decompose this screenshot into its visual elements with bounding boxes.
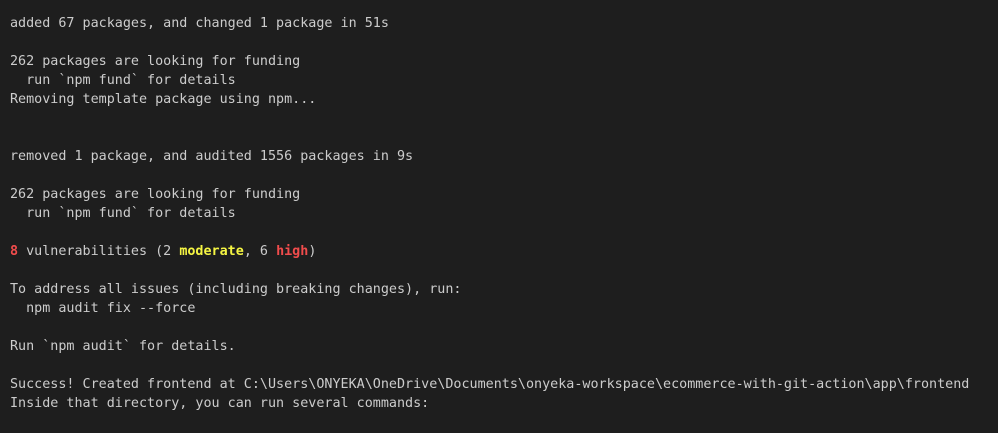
vulnerability-text: )	[308, 244, 317, 259]
vulnerability-text: vulnerabilities (2	[18, 244, 180, 259]
terminal-line: To address all issues (including breakin…	[10, 282, 462, 297]
high-severity-label: high	[276, 244, 309, 259]
vulnerability-summary-line: 8 vulnerabilities (2 moderate, 6 high)	[10, 242, 998, 261]
terminal-line: Run `npm audit` for details.	[10, 339, 236, 354]
terminal-line: run `npm fund` for details	[10, 206, 236, 221]
terminal-line: Removing template package using npm...	[10, 92, 317, 107]
vulnerability-text: , 6	[243, 244, 277, 259]
terminal-line: Inside that directory, you can run sever…	[10, 396, 430, 411]
success-message: Success! Created frontend at C:\Users\ON…	[10, 377, 970, 392]
moderate-severity-label: moderate	[179, 244, 244, 259]
audit-fix-command: npm audit fix --force	[10, 301, 196, 316]
terminal-line: run `npm fund` for details	[10, 73, 236, 88]
terminal-line: 262 packages are looking for funding	[10, 54, 301, 69]
terminal-line: removed 1 package, and audited 1556 pack…	[10, 149, 414, 164]
terminal-line: 262 packages are looking for funding	[10, 187, 301, 202]
terminal-line: added 67 packages, and changed 1 package…	[10, 16, 389, 31]
terminal-output[interactable]: added 67 packages, and changed 1 package…	[0, 0, 998, 433]
vulnerability-count: 8	[10, 244, 19, 259]
